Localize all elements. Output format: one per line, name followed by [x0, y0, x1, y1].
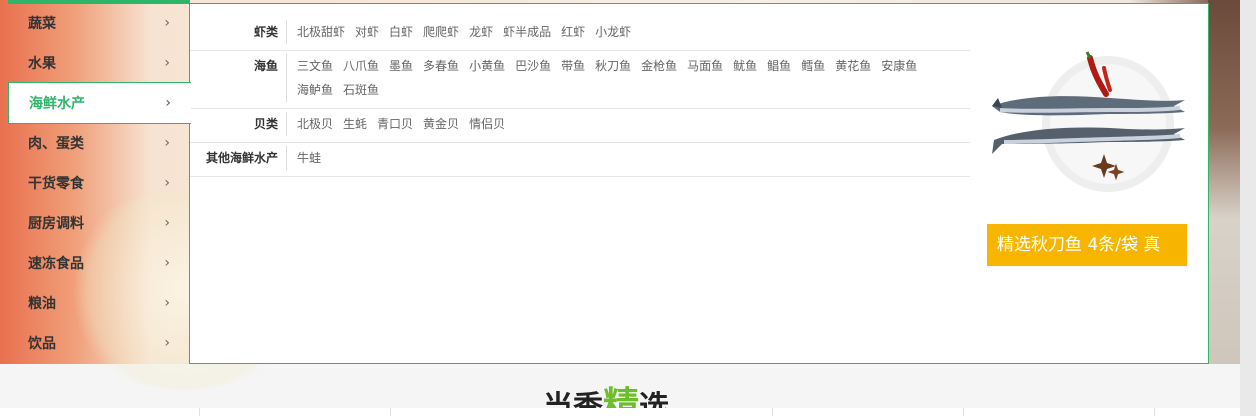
chevron-right-icon: › [164, 15, 170, 31]
submenu-row-items: 牛蛙 [286, 146, 966, 170]
menu-item-label: 海鲜水产 [29, 96, 85, 112]
chevron-right-icon: › [164, 335, 170, 351]
submenu-link[interactable]: 三文鱼 [297, 54, 333, 78]
submenu-link[interactable]: 龙虾 [469, 20, 493, 44]
submenu-link[interactable]: 生蚝 [343, 112, 367, 136]
menu-item-drinks[interactable]: 饮品 › [8, 323, 190, 363]
submenu-row: 贝类 北极贝 生蚝 青口贝 黄金贝 情侣贝 [190, 109, 970, 143]
submenu-link[interactable]: 鲳鱼 [767, 54, 791, 78]
submenu-link[interactable]: 北极甜虾 [297, 20, 345, 44]
menu-item-label: 水果 [28, 56, 56, 72]
submenu-row-items: 三文鱼 八爪鱼 墨鱼 多春鱼 小黄鱼 巴沙鱼 带鱼 秋刀鱼 金枪鱼 马面鱼 鱿鱼 鲳鱼 鳕鱼 黄花鱼 安康鱼… [286, 54, 966, 102]
submenu-link[interactable]: 海鲈鱼 [297, 78, 333, 102]
submenu-link[interactable]: 金枪鱼 [641, 54, 677, 78]
menu-item-label: 饮品 [28, 336, 56, 352]
chevron-right-icon: › [164, 215, 170, 231]
submenu-link[interactable]: 黄金贝 [423, 112, 459, 136]
submenu-link[interactable]: 带鱼 [561, 54, 585, 78]
submenu-row-title[interactable]: 虾类 [190, 23, 286, 44]
product-tab-strip [0, 408, 1240, 416]
menu-item-frozen[interactable]: 速冻食品 › [8, 243, 190, 283]
chevron-right-icon: › [164, 135, 170, 151]
submenu-row-items: 北极甜虾 对虾 白虾 爬爬虾 龙虾 虾半成品 红虾 小龙虾 [286, 20, 966, 44]
submenu-link[interactable]: 小黄鱼 [469, 54, 505, 78]
menu-item-vegetables[interactable]: 蔬菜 › [8, 3, 190, 43]
category-menu: 蔬菜 › 水果 › 海鲜水产 › 肉、蛋类 › 干货零食 › 厨房调料 › 速冻… [8, 0, 191, 364]
menu-item-label: 速冻食品 [28, 256, 84, 272]
submenu-rows: 虾类 北极甜虾 对虾 白虾 爬爬虾 龙虾 虾半成品 红虾 小龙虾 海鱼 三文鱼 八爪鱼 墨鱼 多春鱼 小黄鱼… [190, 17, 970, 177]
submenu-link[interactable]: 牛蛙 [297, 146, 321, 170]
chevron-right-icon: › [164, 175, 170, 191]
submenu-link[interactable]: 小龙虾 [595, 20, 631, 44]
submenu-link[interactable]: 爬爬虾 [423, 20, 459, 44]
submenu-row-title[interactable]: 其他海鲜水产 [190, 149, 286, 170]
submenu-row: 其他海鲜水产 牛蛙 [190, 143, 970, 177]
chevron-right-icon: › [164, 55, 170, 71]
submenu-link[interactable]: 北极贝 [297, 112, 333, 136]
submenu-link[interactable]: 石斑鱼 [343, 78, 379, 102]
menu-item-label: 干货零食 [28, 176, 84, 192]
tab-divider [390, 408, 391, 416]
promo-label[interactable]: 精选秋刀鱼 4条/袋 真 [987, 224, 1187, 266]
menu-item-dried-snacks[interactable]: 干货零食 › [8, 163, 190, 203]
submenu-link[interactable]: 鱿鱼 [733, 54, 757, 78]
menu-item-meat-eggs[interactable]: 肉、蛋类 › [8, 123, 190, 163]
menu-item-seafood[interactable]: 海鲜水产 › [8, 82, 191, 124]
scrollbar-track[interactable] [1240, 0, 1256, 416]
tab-divider [963, 408, 964, 416]
tab-divider [1154, 408, 1155, 416]
submenu-link[interactable]: 对虾 [355, 20, 379, 44]
tab-divider [199, 408, 200, 416]
menu-item-label: 蔬菜 [28, 16, 56, 32]
submenu-link[interactable]: 秋刀鱼 [595, 54, 631, 78]
chevron-right-icon: › [165, 95, 171, 111]
menu-item-condiments[interactable]: 厨房调料 › [8, 203, 190, 243]
submenu-row-title[interactable]: 贝类 [190, 115, 286, 136]
submenu-row-items: 北极贝 生蚝 青口贝 黄金贝 情侣贝 [286, 112, 966, 136]
submenu-panel: 虾类 北极甜虾 对虾 白虾 爬爬虾 龙虾 虾半成品 红虾 小龙虾 海鱼 三文鱼 八爪鱼 墨鱼 多春鱼 小黄鱼… [189, 3, 1209, 364]
menu-item-fruit[interactable]: 水果 › [8, 43, 190, 83]
chevron-right-icon: › [164, 295, 170, 311]
submenu-link[interactable]: 黄花鱼 [835, 54, 871, 78]
submenu-link[interactable]: 墨鱼 [389, 54, 413, 78]
submenu-row: 虾类 北极甜虾 对虾 白虾 爬爬虾 龙虾 虾半成品 红虾 小龙虾 [190, 17, 970, 51]
submenu-link[interactable]: 虾半成品 [503, 20, 551, 44]
submenu-row-title[interactable]: 海鱼 [190, 57, 286, 102]
submenu-link[interactable]: 红虾 [561, 20, 585, 44]
submenu-link[interactable]: 八爪鱼 [343, 54, 379, 78]
menu-item-label: 厨房调料 [28, 216, 84, 232]
menu-item-label: 粮油 [28, 296, 56, 312]
submenu-link[interactable]: 鳕鱼 [801, 54, 825, 78]
menu-item-label: 肉、蛋类 [28, 136, 84, 152]
submenu-link[interactable]: 情侣贝 [469, 112, 505, 136]
submenu-link[interactable]: 马面鱼 [687, 54, 723, 78]
submenu-link[interactable]: 安康鱼 [881, 54, 917, 78]
menu-item-grain-oil[interactable]: 粮油 › [8, 283, 190, 323]
saury-fish-plate-icon[interactable] [990, 44, 1186, 204]
chevron-right-icon: › [164, 255, 170, 271]
tab-divider [772, 408, 773, 416]
submenu-link[interactable]: 多春鱼 [423, 54, 459, 78]
submenu-link[interactable]: 白虾 [389, 20, 413, 44]
submenu-link[interactable]: 青口贝 [377, 112, 413, 136]
submenu-link[interactable]: 巴沙鱼 [515, 54, 551, 78]
submenu-row: 海鱼 三文鱼 八爪鱼 墨鱼 多春鱼 小黄鱼 巴沙鱼 带鱼 秋刀鱼 金枪鱼 马面鱼 鱿鱼 鲳鱼 鳕鱼 黄花鱼安… [190, 51, 970, 109]
